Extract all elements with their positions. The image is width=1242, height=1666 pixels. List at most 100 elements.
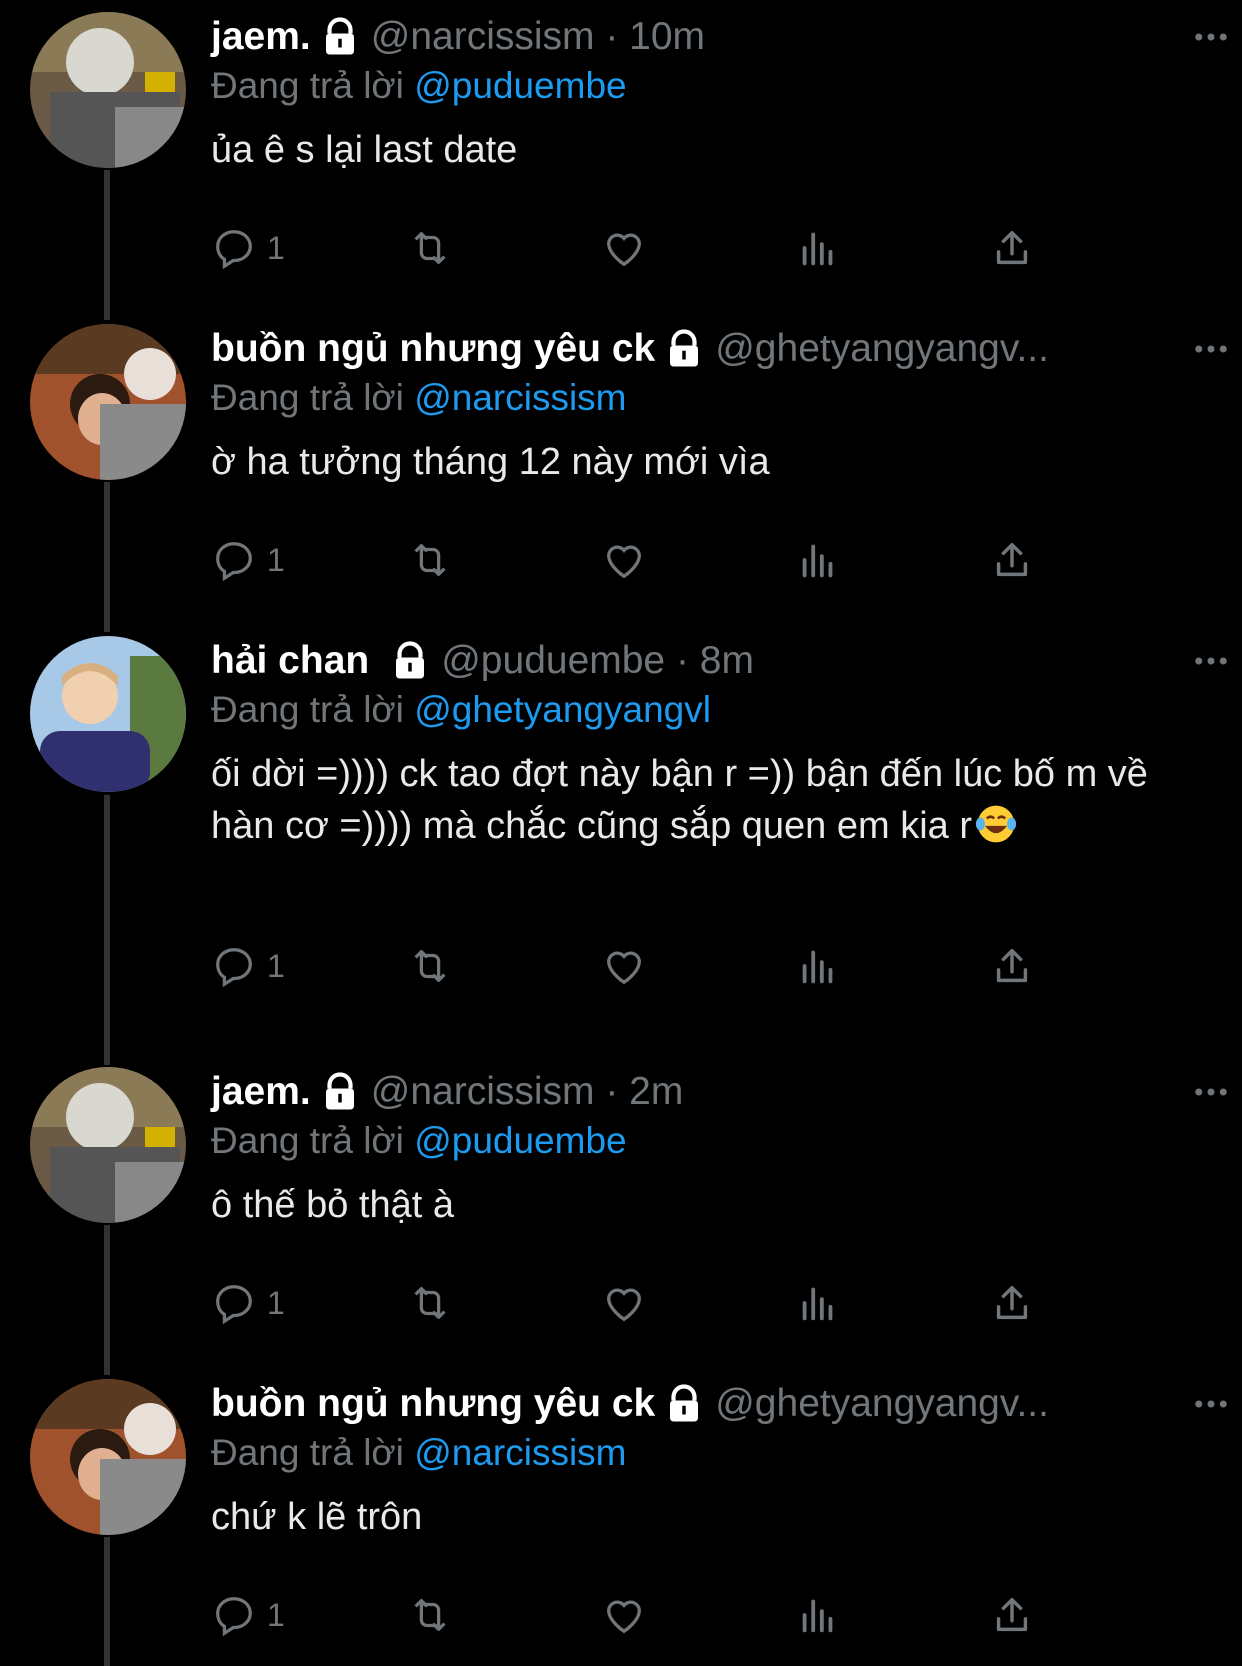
retweet-button[interactable] xyxy=(407,224,453,272)
tweet-text: ối dời =)))) ck tao đợt này bận r =)) bậ… xyxy=(211,748,1212,852)
reply-icon xyxy=(216,542,252,582)
share-button[interactable] xyxy=(989,224,1035,272)
more-icon[interactable] xyxy=(1190,16,1232,58)
lock-icon xyxy=(663,1383,705,1425)
views-button[interactable] xyxy=(795,1591,841,1639)
reply-context: Đang trả lời @puduembe xyxy=(211,1117,1212,1165)
share-button[interactable] xyxy=(989,536,1035,584)
tweet-actions: 1 xyxy=(211,536,1091,584)
tweet-actions: 1 xyxy=(211,1279,1091,1327)
reply-prefix: Đang trả lời xyxy=(211,1432,404,1473)
display-name[interactable]: jaem. xyxy=(211,1067,311,1117)
more-icon[interactable] xyxy=(1190,640,1232,682)
analytics-icon xyxy=(802,232,833,266)
handle-and-time[interactable]: @ghetyangyangv... xyxy=(715,324,1049,374)
reply-icon xyxy=(216,1597,252,1637)
more-icon[interactable] xyxy=(1190,1383,1232,1425)
analytics-icon xyxy=(802,544,833,578)
like-button[interactable] xyxy=(601,536,647,584)
share-button[interactable] xyxy=(989,942,1035,990)
reply-prefix: Đang trả lời xyxy=(211,689,404,730)
avatar[interactable] xyxy=(30,1379,186,1535)
heart-icon xyxy=(607,233,641,267)
mention-link[interactable]: @narcissism xyxy=(414,377,626,418)
reply-count: 1 xyxy=(267,541,285,578)
reply-button[interactable]: 1 xyxy=(211,1591,285,1639)
tweet-text: ờ ha tưởng tháng 12 này mới vìa xyxy=(211,441,770,483)
mention-link[interactable]: @puduembe xyxy=(414,1120,626,1161)
avatar[interactable] xyxy=(30,12,186,168)
lock-icon xyxy=(389,640,431,682)
display-name[interactable]: jaem. xyxy=(211,12,311,62)
avatar[interactable] xyxy=(30,324,186,480)
tweet-text: ủa ê s lại last date xyxy=(211,129,518,171)
more-icon[interactable] xyxy=(1190,1071,1232,1113)
retweet-button[interactable] xyxy=(407,536,453,584)
views-button[interactable] xyxy=(795,1279,841,1327)
retweet-icon xyxy=(414,1598,446,1632)
lock-icon xyxy=(319,16,361,58)
mention-link[interactable]: @narcissism xyxy=(414,1432,626,1473)
share-icon xyxy=(996,1597,1028,1632)
retweet-icon xyxy=(414,949,446,983)
views-button[interactable] xyxy=(795,942,841,990)
like-button[interactable] xyxy=(601,942,647,990)
retweet-icon xyxy=(414,1286,446,1320)
handle-and-time[interactable]: @narcissism · 2m xyxy=(371,1067,684,1117)
share-icon xyxy=(996,230,1028,265)
reply-button[interactable]: 1 xyxy=(211,536,285,584)
avatar[interactable] xyxy=(30,1067,186,1223)
retweet-button[interactable] xyxy=(407,1591,453,1639)
share-button[interactable] xyxy=(989,1279,1035,1327)
more-icon[interactable] xyxy=(1190,328,1232,370)
avatar[interactable] xyxy=(30,636,186,792)
reply-context: Đang trả lời @narcissism xyxy=(211,374,1212,422)
reply-count: 1 xyxy=(267,947,285,984)
thread-line xyxy=(104,795,110,1065)
lock-icon xyxy=(663,328,705,370)
heart-icon xyxy=(607,951,641,985)
display-name[interactable]: hải chan xyxy=(211,636,369,686)
like-button[interactable] xyxy=(601,1279,647,1327)
share-button[interactable] xyxy=(989,1591,1035,1639)
tweet-actions: 1 xyxy=(211,224,1091,272)
analytics-icon xyxy=(802,1287,833,1321)
like-button[interactable] xyxy=(601,1591,647,1639)
heart-icon xyxy=(607,1288,641,1322)
reply-button[interactable]: 1 xyxy=(211,224,285,272)
reply-button[interactable]: 1 xyxy=(211,942,285,990)
tweet-actions: 1 xyxy=(211,942,1091,990)
retweet-icon xyxy=(414,231,446,265)
tweet-text: ô thế bỏ thật à xyxy=(211,1184,454,1226)
thread-line xyxy=(104,1225,110,1375)
reply-prefix: Đang trả lời xyxy=(211,65,404,106)
mention-link[interactable]: @puduembe xyxy=(414,65,626,106)
display-name[interactable]: buồn ngủ nhưng yêu ck xyxy=(211,324,655,374)
views-button[interactable] xyxy=(795,536,841,584)
mention-link[interactable]: @ghetyangyangvl xyxy=(414,689,711,730)
tweet-actions: 1 xyxy=(211,1591,1091,1639)
like-button[interactable] xyxy=(601,224,647,272)
thread-line xyxy=(104,170,110,320)
analytics-icon xyxy=(802,1599,833,1633)
reply-icon xyxy=(216,230,252,270)
retweet-button[interactable] xyxy=(407,1279,453,1327)
reply-context: Đang trả lời @narcissism xyxy=(211,1429,1212,1477)
analytics-icon xyxy=(802,950,833,984)
share-icon xyxy=(996,1285,1028,1320)
face-with-tears-of-joy-emoji-icon xyxy=(974,802,1018,846)
handle-and-time[interactable]: @puduembe · 8m xyxy=(441,636,754,686)
reply-button[interactable]: 1 xyxy=(211,1279,285,1327)
retweet-button[interactable] xyxy=(407,942,453,990)
reply-count: 1 xyxy=(267,1284,285,1321)
reply-count: 1 xyxy=(267,1596,285,1633)
display-name[interactable]: buồn ngủ nhưng yêu ck xyxy=(211,1379,655,1429)
views-button[interactable] xyxy=(795,224,841,272)
reply-count: 1 xyxy=(267,229,285,266)
reply-icon xyxy=(216,948,252,988)
reply-prefix: Đang trả lời xyxy=(211,377,404,418)
tweet-text: chứ k lẽ trôn xyxy=(211,1496,423,1538)
reply-context: Đang trả lời @puduembe xyxy=(211,62,1212,110)
handle-and-time[interactable]: @narcissism · 10m xyxy=(371,12,705,62)
handle-and-time[interactable]: @ghetyangyangv... xyxy=(715,1379,1049,1429)
